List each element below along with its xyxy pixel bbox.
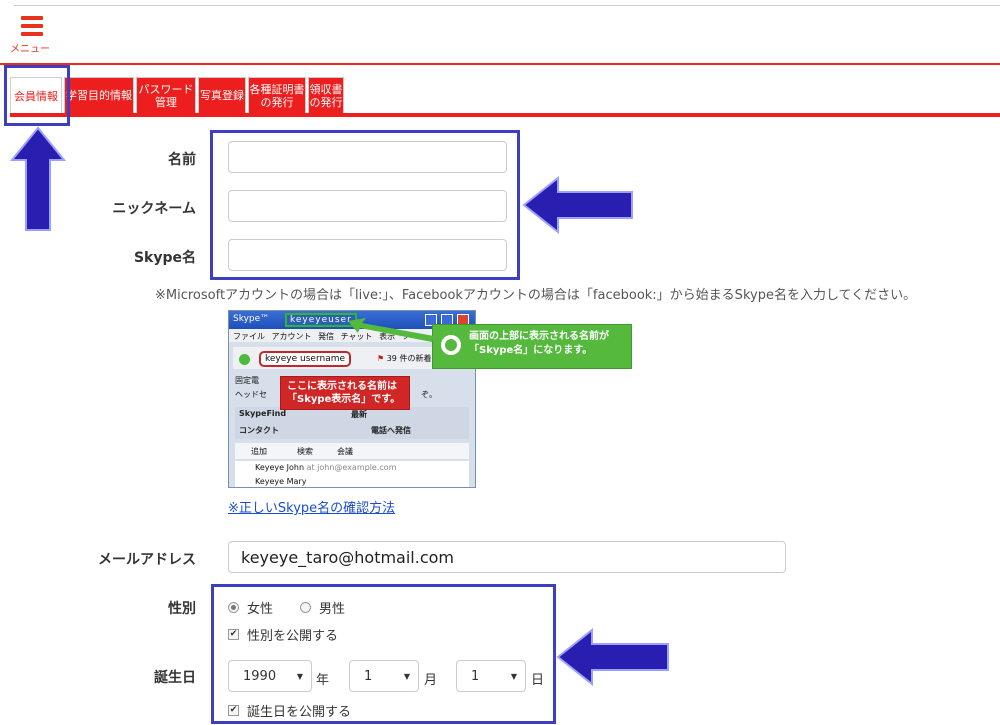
circle-icon (441, 335, 461, 355)
highlight-tab-box (4, 65, 70, 126)
birthday-label: 誕生日 (154, 670, 196, 686)
tab-password[interactable]: パスワード 管理 (136, 77, 196, 113)
birthday-public-checkbox[interactable]: ✔ (228, 705, 239, 716)
skype-name-label: Skype名 (133, 250, 196, 266)
email-input[interactable] (228, 541, 786, 573)
hamburger-icon (21, 16, 43, 36)
chevron-down-icon: ▼ (510, 672, 517, 681)
tab-photo[interactable]: 写真登録 (198, 77, 246, 113)
birth-month-unit: 月 (424, 673, 438, 688)
birth-month-select[interactable]: 1 ▼ (349, 660, 419, 692)
top-divider (14, 0, 1000, 6)
page: メニュー 会員情報 学習目的情報 パスワード 管理 写真登録 各種証明書 の発行… (0, 0, 1000, 725)
gender-label: 性別 (168, 601, 196, 617)
gender-male-label: 男性 (319, 602, 346, 617)
nickname-input[interactable] (228, 190, 507, 222)
gender-female-radio[interactable] (228, 602, 239, 613)
status-online-icon (239, 354, 250, 365)
tab-learning-purpose[interactable]: 学習目的情報 (64, 77, 134, 113)
gender-male-radio[interactable] (300, 602, 311, 613)
skype-title-username: keyeyeuser (285, 313, 357, 327)
email-label: メールアドレス (98, 552, 196, 568)
skype-row-headset: ヘッドセ (235, 390, 267, 399)
birth-year-select[interactable]: 1990 ▼ (228, 660, 312, 692)
gender-public-label: 性別を公開する (247, 629, 339, 644)
nickname-label: ニックネーム (112, 201, 196, 217)
menu-button[interactable]: メニュー (10, 16, 50, 56)
skype-toolbar: 追加 検索 会議 (235, 443, 469, 459)
skype-display-name: keyeye username (259, 351, 352, 367)
menu-label: メニュー (10, 44, 50, 55)
skype-name-input[interactable] (228, 239, 507, 271)
tab-underline (10, 113, 1000, 117)
skype-help-link[interactable]: ※正しいSkype名の確認方法 (228, 497, 395, 516)
chevron-down-icon: ▼ (296, 672, 303, 681)
tab-receipts[interactable]: 領収書 の発行 (308, 77, 344, 113)
callout-skype-name: 画面の上部に表示される名前が 「Skype名」になります。 (432, 324, 632, 369)
birthday-public-label: 誕生日を公開する (247, 705, 352, 720)
skype-title: Skype™ (233, 314, 270, 324)
chevron-down-icon: ▼ (403, 672, 410, 681)
skype-row-landline: 固定電 (235, 376, 259, 385)
skype-note: ※Microsoftアカウントの場合は「live:」、Facebookアカウント… (155, 288, 917, 303)
skype-tabs: SkypeFind 最新 コンタクト 電話へ発信 (235, 407, 469, 439)
callout-pointer-icon (348, 318, 434, 342)
name-input[interactable] (228, 141, 507, 173)
header-divider (0, 63, 1000, 65)
birth-day-unit: 日 (531, 673, 545, 688)
skype-unread: ⚑ 39 件の新着 (377, 354, 432, 363)
birth-year-unit: 年 (316, 673, 330, 688)
gender-public-checkbox[interactable]: ✔ (228, 629, 239, 640)
tab-certificates[interactable]: 各種証明書 の発行 (248, 77, 306, 113)
birth-day-select[interactable]: 1 ▼ (456, 660, 526, 692)
name-label: 名前 (168, 152, 196, 168)
skype-contact-list: Keyeye John at john@example.com Keyeye M… (235, 461, 469, 487)
left-arrow-icon (522, 176, 633, 234)
callout-display-name: ここに表示される名前は 「Skype表示名」です。 (280, 376, 410, 410)
skype-row-headset-tail: ぞ。 (421, 390, 437, 399)
left-arrow-icon-2 (556, 628, 669, 686)
gender-female-label: 女性 (247, 602, 274, 617)
